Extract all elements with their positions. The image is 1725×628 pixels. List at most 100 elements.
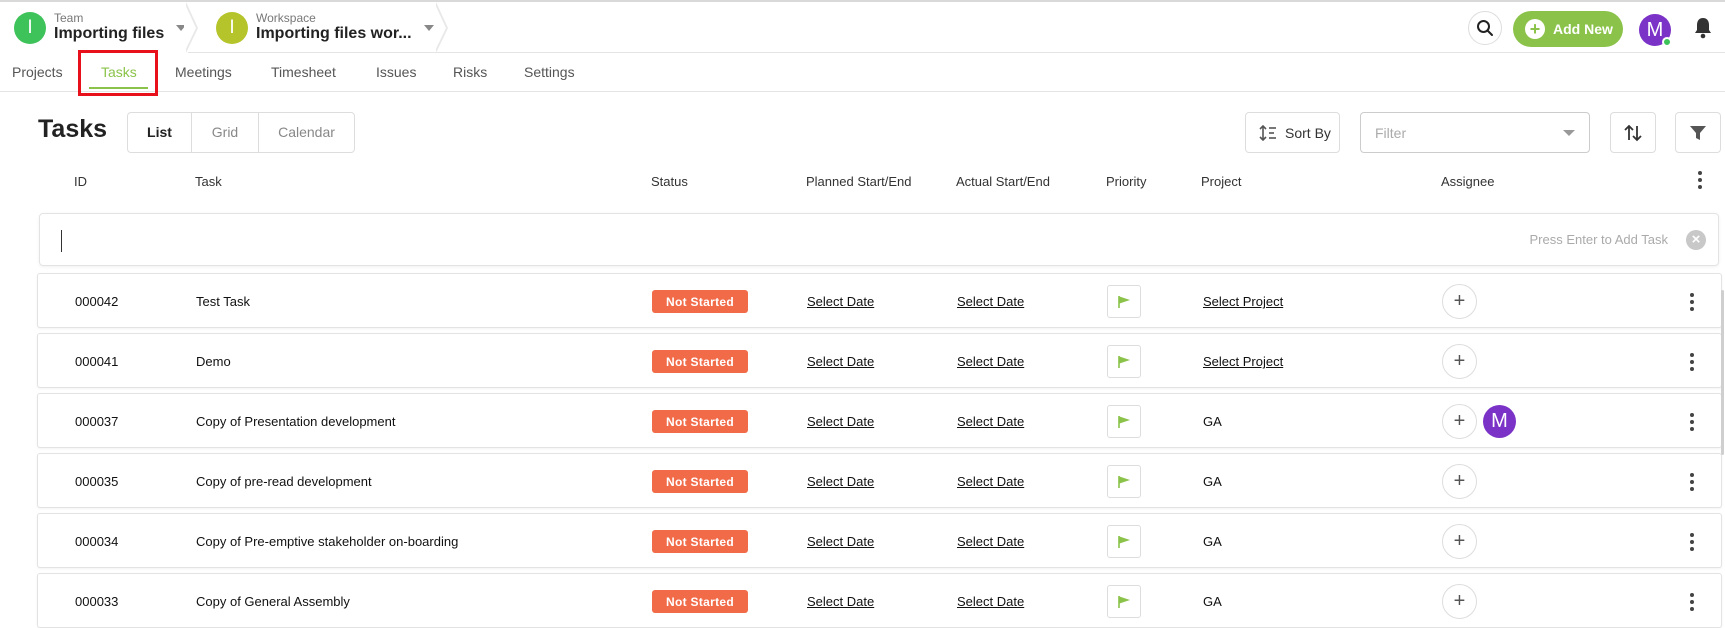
task-id: 000042 — [75, 294, 119, 309]
breadcrumb-separator-inner — [184, 2, 196, 53]
tab-issues[interactable]: Issues — [376, 53, 416, 92]
status-badge[interactable]: Not Started — [652, 350, 748, 373]
clear-icon[interactable]: × — [1686, 230, 1706, 250]
column-header-actual[interactable]: Actual Start/End — [956, 174, 1050, 189]
select-project-link[interactable]: Select Project — [1203, 294, 1283, 309]
table-row[interactable]: 000041 Demo Not Started Select Date Select D… — [37, 333, 1722, 388]
priority-button[interactable] — [1107, 405, 1141, 438]
actual-date-link[interactable]: Select Date — [957, 294, 1024, 309]
task-id: 000033 — [75, 594, 119, 609]
status-badge[interactable]: Not Started — [652, 410, 748, 433]
tab-meetings[interactable]: Meetings — [175, 53, 232, 92]
table-row[interactable]: 000042 Test Task Not Started Select Date Sel… — [37, 273, 1722, 328]
plus-icon: + — [1453, 350, 1466, 372]
plus-icon: + — [1453, 590, 1466, 612]
filter-button[interactable] — [1675, 112, 1721, 153]
chevron-down-icon[interactable] — [423, 24, 434, 31]
sort-direction-button[interactable] — [1610, 112, 1656, 153]
page-title: Tasks — [38, 115, 108, 143]
sort-by-button[interactable]: Sort By — [1245, 112, 1340, 153]
flag-icon — [1118, 295, 1130, 308]
table-row[interactable]: 000035 Copy of pre-read development Not St… — [37, 453, 1722, 508]
priority-button[interactable] — [1107, 585, 1141, 618]
status-badge[interactable]: Not Started — [652, 590, 748, 613]
planned-date-link[interactable]: Select Date — [807, 534, 874, 549]
planned-date-link[interactable]: Select Date — [807, 294, 874, 309]
tab-projects[interactable]: Projects — [12, 53, 63, 92]
team-label: Team — [54, 11, 84, 26]
add-new-button[interactable]: + Add New — [1513, 11, 1623, 47]
status-badge[interactable]: Not Started — [652, 290, 748, 313]
add-assignee-button[interactable]: + — [1442, 284, 1477, 319]
tab-timesheet[interactable]: Timesheet — [271, 53, 336, 92]
column-options-icon[interactable] — [1697, 170, 1703, 190]
workspace-name: Importing files wor... — [256, 25, 412, 43]
view-list-tab[interactable]: List — [128, 113, 191, 152]
flag-icon — [1118, 475, 1130, 488]
workspace-selector[interactable]: I Workspace Importing files wor... — [202, 2, 438, 53]
actual-date-link[interactable]: Select Date — [957, 594, 1024, 609]
tab-risks[interactable]: Risks — [453, 53, 487, 92]
row-options-icon[interactable] — [1689, 472, 1695, 492]
add-assignee-button[interactable]: + — [1442, 524, 1477, 559]
task-id: 000037 — [75, 414, 119, 429]
column-header-planned[interactable]: Planned Start/End — [806, 174, 912, 189]
task-name[interactable]: Copy of Presentation development — [196, 394, 395, 449]
planned-date-link[interactable]: Select Date — [807, 354, 874, 369]
actual-date-link[interactable]: Select Date — [957, 534, 1024, 549]
column-header-status[interactable]: Status — [651, 174, 688, 189]
table-row[interactable]: 000033 Copy of General Assembly Not Starte… — [37, 573, 1722, 628]
status-badge[interactable]: Not Started — [652, 470, 748, 493]
column-header-priority[interactable]: Priority — [1106, 174, 1146, 189]
module-tabs: Projects Tasks Meetings Timesheet Issues… — [0, 53, 1725, 92]
status-badge[interactable]: Not Started — [652, 530, 748, 553]
task-name[interactable]: Demo — [196, 334, 231, 389]
priority-button[interactable] — [1107, 345, 1141, 378]
priority-button[interactable] — [1107, 465, 1141, 498]
add-assignee-button[interactable]: + — [1442, 464, 1477, 499]
column-header-assignee[interactable]: Assignee — [1441, 174, 1494, 189]
bell-icon[interactable] — [1693, 17, 1713, 39]
funnel-icon — [1690, 125, 1706, 140]
priority-button[interactable] — [1107, 285, 1141, 318]
chevron-down-icon — [1563, 129, 1575, 136]
select-project-link[interactable]: Select Project — [1203, 354, 1283, 369]
column-header-project[interactable]: Project — [1201, 174, 1241, 189]
priority-button[interactable] — [1107, 525, 1141, 558]
view-switcher: List Grid Calendar — [127, 112, 355, 153]
column-header-id[interactable]: ID — [74, 174, 87, 189]
actual-date-link[interactable]: Select Date — [957, 474, 1024, 489]
view-calendar-tab[interactable]: Calendar — [258, 113, 354, 152]
actual-date-link[interactable]: Select Date — [957, 414, 1024, 429]
add-assignee-button[interactable]: + — [1442, 404, 1477, 439]
table-row[interactable]: 000037 Copy of Presentation development No… — [37, 393, 1722, 448]
row-options-icon[interactable] — [1689, 532, 1695, 552]
task-name[interactable]: Copy of Pre-emptive stakeholder on-board… — [196, 514, 458, 569]
add-assignee-button[interactable]: + — [1442, 584, 1477, 619]
assignee-avatar[interactable]: M — [1483, 405, 1516, 438]
filter-dropdown[interactable]: Filter — [1360, 112, 1590, 153]
scrollbar-thumb[interactable] — [1721, 290, 1724, 455]
planned-date-link[interactable]: Select Date — [807, 474, 874, 489]
planned-date-link[interactable]: Select Date — [807, 414, 874, 429]
planned-date-link[interactable]: Select Date — [807, 594, 874, 609]
column-header-task[interactable]: Task — [195, 174, 222, 189]
row-options-icon[interactable] — [1689, 292, 1695, 312]
actual-date-link[interactable]: Select Date — [957, 354, 1024, 369]
team-selector[interactable]: I Team Importing files — [0, 2, 188, 53]
row-options-icon[interactable] — [1689, 592, 1695, 612]
row-options-icon[interactable] — [1689, 352, 1695, 372]
plus-icon: + — [1525, 19, 1545, 39]
task-name[interactable]: Copy of pre-read development — [196, 454, 372, 509]
row-options-icon[interactable] — [1689, 412, 1695, 432]
view-grid-tab[interactable]: Grid — [191, 113, 258, 152]
filter-placeholder: Filter — [1375, 124, 1407, 141]
table-row[interactable]: 000034 Copy of Pre-emptive stakeholder on… — [37, 513, 1722, 568]
quick-add-input[interactable] — [58, 224, 1358, 256]
add-new-label: Add New — [1553, 21, 1613, 37]
add-assignee-button[interactable]: + — [1442, 344, 1477, 379]
task-name[interactable]: Test Task — [196, 274, 250, 329]
tab-settings[interactable]: Settings — [524, 53, 575, 92]
task-name[interactable]: Copy of General Assembly — [196, 574, 350, 628]
search-button[interactable] — [1468, 11, 1502, 45]
